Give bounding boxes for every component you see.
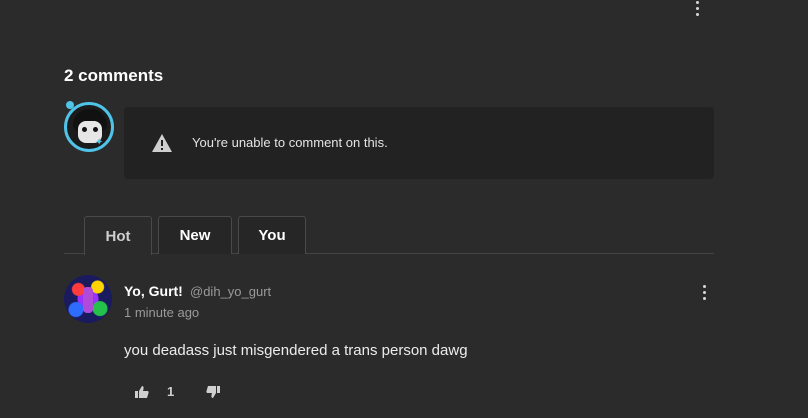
avatar-decoration: [66, 101, 74, 109]
more-options-icon[interactable]: [694, 1, 700, 16]
tab-new[interactable]: New: [158, 216, 232, 254]
comment-timestamp: 1 minute ago: [124, 305, 200, 320]
thumbs-down-icon[interactable]: [206, 385, 220, 399]
warning-triangle-icon: [152, 134, 172, 152]
comments-count-title: 2 comments: [64, 66, 164, 85]
tab-you[interactable]: You: [238, 216, 306, 254]
comment-options-icon[interactable]: [701, 285, 707, 300]
comment-handle[interactable]: @dih_yo_gurt: [190, 284, 271, 299]
tab-hot[interactable]: Hot: [84, 216, 152, 255]
thumbs-up-icon[interactable]: [135, 385, 149, 399]
notice-text: You're unable to comment on this.: [192, 135, 388, 150]
comment-author[interactable]: Yo, Gurt!: [124, 283, 183, 299]
comment-disabled-notice: You're unable to comment on this.: [124, 107, 714, 179]
current-user-avatar: ✦: [64, 102, 114, 152]
commenter-avatar[interactable]: [64, 275, 112, 323]
vote-count: 1: [167, 384, 175, 399]
comment-body: you deadass just misgendered a trans per…: [124, 342, 468, 359]
